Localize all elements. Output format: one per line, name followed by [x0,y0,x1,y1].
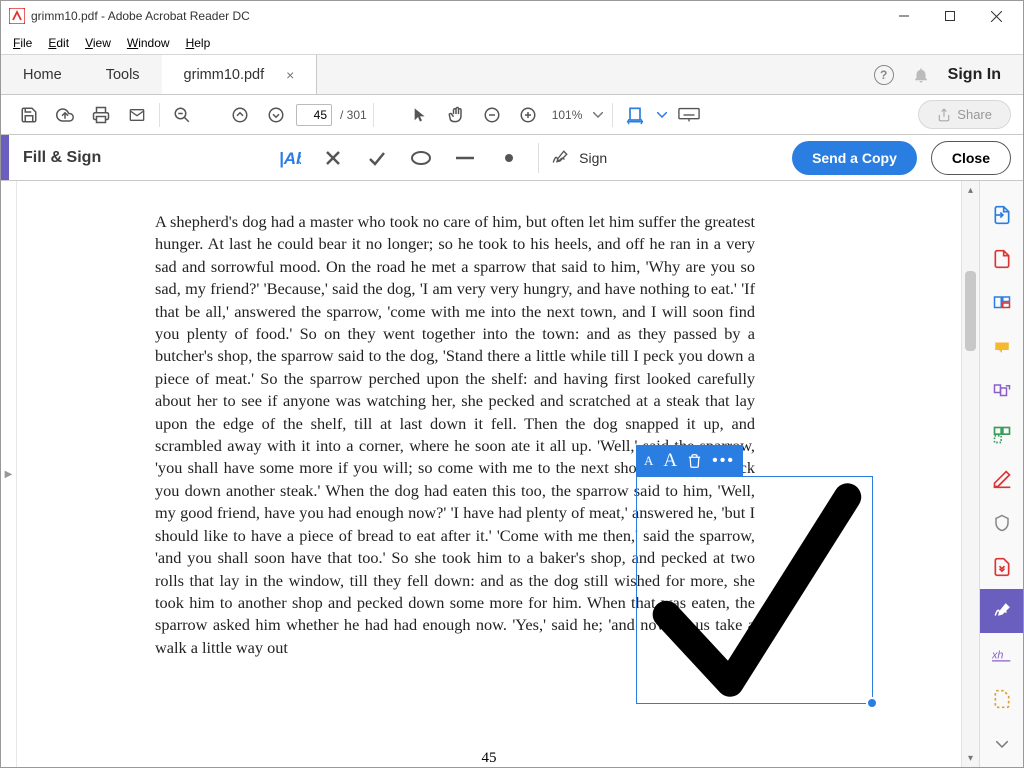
close-button[interactable]: Close [931,141,1011,175]
tabbar: Home Tools grimm10.pdf × ? Sign In [1,55,1023,95]
save-icon[interactable] [13,99,45,131]
scroll-up-icon[interactable]: ▴ [962,181,979,199]
size-larger-icon[interactable]: A [663,450,677,472]
combine-tool-icon[interactable] [980,369,1024,413]
tab-document[interactable]: grimm10.pdf × [162,55,318,94]
export-pdf-tool-icon[interactable] [980,193,1024,237]
prev-page-icon[interactable] [224,99,256,131]
checkmark-annotation[interactable] [636,476,873,704]
titlebar: grimm10.pdf - Adobe Acrobat Reader DC [1,1,1023,31]
organize-tool-icon[interactable] [980,413,1024,457]
page-number-input[interactable] [296,104,332,126]
dot-tool-icon[interactable] [490,139,528,177]
share-button[interactable]: Share [918,100,1011,129]
tab-document-label: grimm10.pdf [184,67,265,83]
left-pane-toggle[interactable]: ▶ [1,181,17,767]
fillsign-active-indicator [1,135,9,180]
signature-tool-icon[interactable]: xh [980,633,1024,677]
zoom-out-icon[interactable] [166,99,198,131]
document-view[interactable]: A shepherd's dog had a master who took n… [17,181,961,767]
content-wrap: ▶ A shepherd's dog had a master who took… [1,181,1023,767]
scroll-down-icon[interactable]: ▾ [962,749,979,767]
resize-handle-icon[interactable] [866,697,878,709]
tab-tools[interactable]: Tools [84,55,162,94]
x-mark-tool-icon[interactable] [314,139,352,177]
more-tools-icon[interactable] [980,677,1024,721]
svg-text:|Ab: |Ab [279,149,301,168]
hand-tool-icon[interactable] [440,99,472,131]
menu-file[interactable]: File [5,33,40,53]
circle-tool-icon[interactable] [402,139,440,177]
protect-tool-icon[interactable] [980,501,1024,545]
add-text-tool-icon[interactable]: |Ab [270,139,308,177]
next-page-icon[interactable] [260,99,292,131]
zoom-dropdown-icon[interactable] [590,99,606,131]
more-options-icon[interactable]: ••• [712,452,735,470]
vertical-scrollbar[interactable]: ▴ ▾ [961,181,979,767]
menu-help[interactable]: Help [178,33,219,53]
cloud-icon[interactable] [49,99,81,131]
delete-annotation-icon[interactable] [687,453,702,469]
page-total-label: / 301 [336,108,367,122]
tools-sidebar: xh [979,181,1023,767]
collapse-panel-icon[interactable] [980,723,1024,767]
zoom-minus-icon[interactable] [476,99,508,131]
tab-close-button[interactable]: × [286,67,294,83]
notifications-icon[interactable] [912,66,930,84]
minimize-button[interactable] [881,1,927,31]
menubar: File Edit View Window Help [1,31,1023,55]
keyboard-icon[interactable] [673,99,705,131]
acrobat-icon [9,8,25,24]
create-pdf-tool-icon[interactable] [980,237,1024,281]
menu-view[interactable]: View [77,33,119,53]
size-smaller-icon[interactable]: A [644,453,653,469]
menu-edit[interactable]: Edit [40,33,77,53]
send-copy-button[interactable]: Send a Copy [792,141,917,175]
close-window-button[interactable] [973,1,1019,31]
fit-dropdown-icon[interactable] [655,99,669,131]
line-tool-icon[interactable] [446,139,484,177]
maximize-button[interactable] [927,1,973,31]
edit-pdf-tool-icon[interactable] [980,281,1024,325]
page-number-footer: 45 [482,750,497,767]
signin-button[interactable]: Sign In [948,66,1001,84]
mail-icon[interactable] [121,99,153,131]
fillsign-tool-icon[interactable] [980,589,1024,633]
sign-tool-label: Sign [579,150,607,166]
menu-window[interactable]: Window [119,33,178,53]
fillsign-label: Fill & Sign [9,149,101,167]
comment-tool-icon[interactable] [980,325,1024,369]
selection-arrow-icon[interactable] [404,99,436,131]
fit-width-icon[interactable] [619,99,651,131]
main-toolbar: / 301 101% Share [1,95,1023,135]
window-title: grimm10.pdf - Adobe Acrobat Reader DC [31,9,250,23]
compress-tool-icon[interactable] [980,545,1024,589]
fillsign-toolbar: Fill & Sign |Ab Sign Send a Copy Close [1,135,1023,181]
help-icon[interactable]: ? [874,65,894,85]
zoom-plus-icon[interactable] [512,99,544,131]
sign-tool[interactable]: Sign [549,149,607,167]
scrollbar-thumb[interactable] [965,271,976,351]
redact-tool-icon[interactable] [980,457,1024,501]
tab-home[interactable]: Home [1,55,84,94]
annotation-toolbar: A A ••• [636,445,743,476]
svg-text:xh: xh [992,649,1003,661]
zoom-level-label[interactable]: 101% [548,108,587,122]
print-icon[interactable] [85,99,117,131]
share-label: Share [957,107,992,122]
checkmark-tool-icon[interactable] [358,139,396,177]
